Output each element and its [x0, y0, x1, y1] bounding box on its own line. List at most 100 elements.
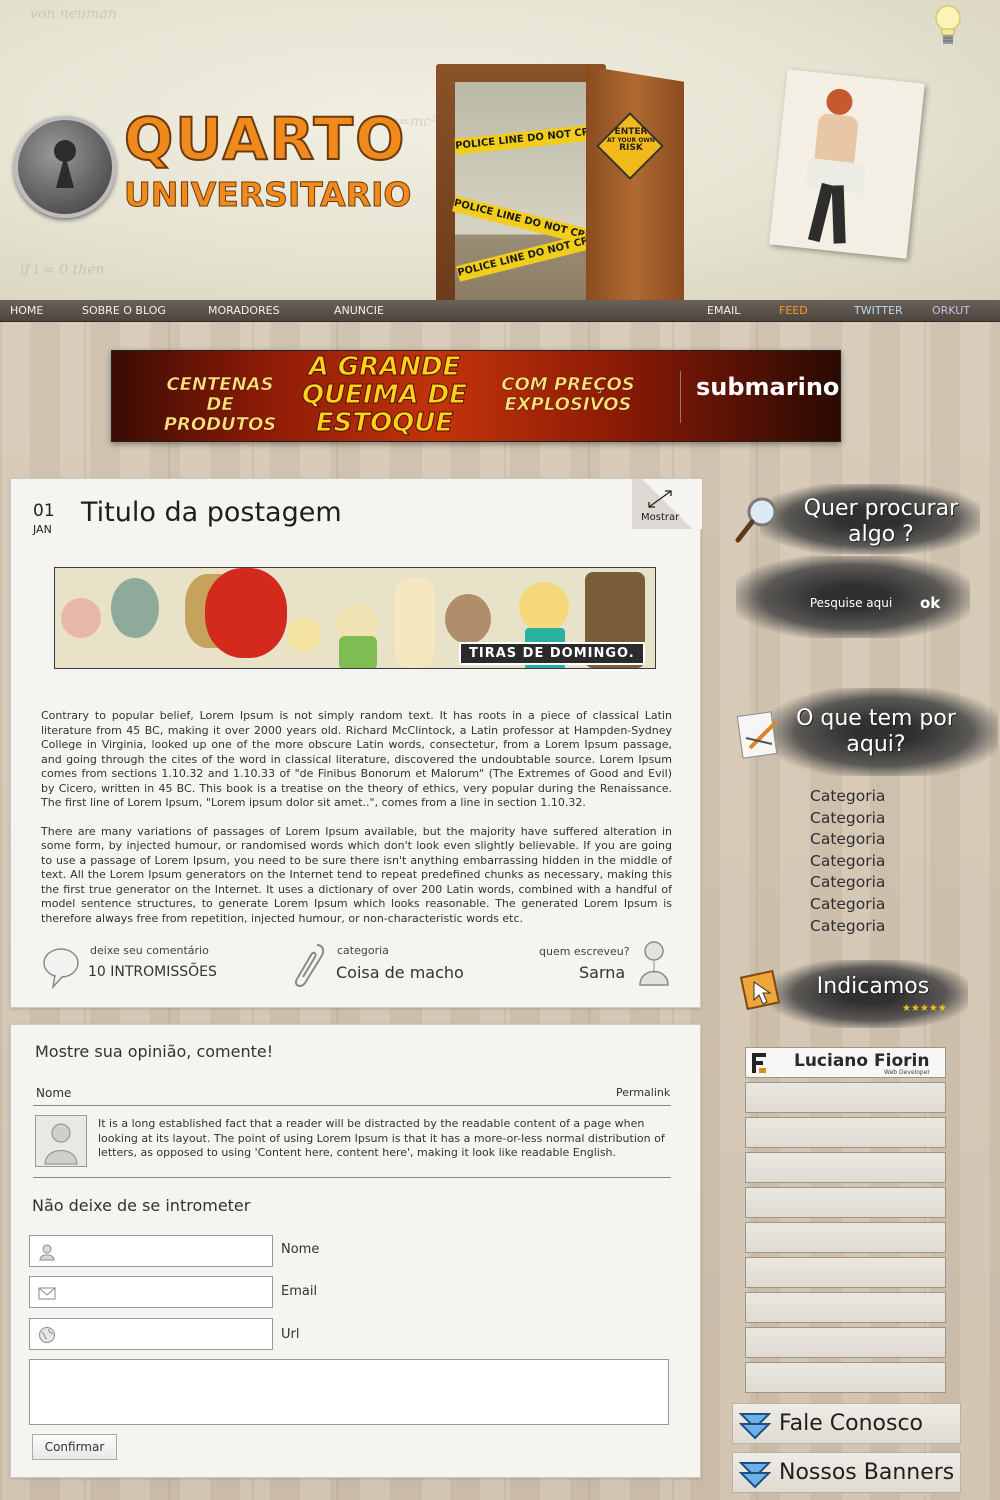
partner-slot[interactable]	[745, 1152, 946, 1183]
main-nav: HOME SOBRE O BLOG MORADORES ANUNCIE EMAI…	[0, 300, 1000, 322]
magnifier-icon	[735, 497, 777, 543]
contact-label: Fale Conosco	[779, 1411, 923, 1436]
pinup-photo	[769, 69, 925, 259]
envelope-icon	[38, 1287, 56, 1300]
chevron-down-icon	[739, 1462, 771, 1489]
post-day: 01	[33, 501, 55, 521]
search-button[interactable]: ok	[920, 594, 940, 612]
form-heading: Não deixe de se intrometer	[32, 1196, 251, 1215]
nav-feed[interactable]: FEED	[779, 304, 808, 317]
post-body: Contrary to popular belief, Lorem Ipsum …	[41, 709, 672, 940]
mostrar-toggle[interactable]: Mostrar	[641, 512, 679, 523]
email-input[interactable]	[60, 1281, 266, 1303]
site-header: von neuman e=mc² if i = 0 then QUARTO UN…	[0, 0, 1000, 300]
permalink-link[interactable]: Permalink	[616, 1086, 670, 1099]
nav-twitter[interactable]: TWITTER	[854, 304, 903, 317]
category-list: Categoria Categoria Categoria Categoria …	[810, 786, 885, 937]
banner-divider	[680, 371, 681, 423]
partner-slot[interactable]	[745, 1082, 946, 1113]
category-link[interactable]: Categoria	[810, 808, 885, 830]
contact-button[interactable]: Fale Conosco	[732, 1403, 961, 1444]
categories-title: O que tem por aqui?	[796, 706, 956, 757]
nav-moradores[interactable]: MORADORES	[208, 304, 280, 317]
open-door[interactable]	[586, 66, 684, 300]
author-value[interactable]: Sarna	[579, 963, 625, 982]
logo-title[interactable]: QUARTO	[123, 109, 406, 169]
post-card: 01 JAN Titulo da postagem Mostrar TIRAS …	[10, 478, 702, 1008]
logo-subtitle[interactable]: UNIVERSITARIO	[123, 178, 411, 212]
nav-anuncie[interactable]: ANUNCIE	[334, 304, 384, 317]
user-icon	[39, 1244, 55, 1261]
nav-orkut[interactable]: ORKUT	[932, 304, 970, 317]
partner-slot[interactable]	[745, 1187, 946, 1218]
speech-bubble-icon[interactable]	[41, 945, 81, 989]
ad-banner[interactable]: CENTENAS DE PRODUTOS A GRANDE QUEIMA DE …	[111, 350, 841, 442]
post-month: JAN	[33, 523, 52, 536]
banner-text-left: CENTENAS DE PRODUTOS	[163, 374, 277, 435]
luciano-logo-icon	[752, 1053, 766, 1073]
keyhole-logo-icon[interactable]	[14, 116, 116, 218]
banner-text-right: COM PREÇOS EXPLOSIVOS	[501, 374, 635, 415]
rating-stars: ★★★★★	[902, 1003, 947, 1014]
divider	[33, 1177, 671, 1178]
category-link[interactable]: Categoria	[810, 872, 885, 894]
comments-heading: Mostre sua opinião, comente!	[35, 1042, 274, 1061]
search-input[interactable]	[786, 588, 916, 618]
comment-text: It is a long established fact that a rea…	[98, 1117, 665, 1159]
category-link[interactable]: Categoria	[810, 786, 885, 808]
drawing-tools-icon	[736, 711, 778, 759]
scribble-text: if i = 0 then	[20, 262, 105, 278]
category-link[interactable]: Categoria	[810, 916, 885, 938]
name-input[interactable]	[60, 1240, 266, 1262]
comment-textarea[interactable]	[29, 1359, 669, 1425]
nav-sobre-o-blog[interactable]: SOBRE O BLOG	[82, 304, 166, 317]
partner-subtitle: Web Developer	[884, 1069, 930, 1076]
partner-luciano-fiorin[interactable]: Luciano Fiorin Web Developer	[745, 1047, 946, 1078]
banners-button[interactable]: Nossos Banners	[732, 1452, 961, 1493]
user-avatar-icon	[44, 1123, 78, 1165]
category-value[interactable]: Coisa de macho	[336, 963, 464, 982]
comment-name-header: Nome	[36, 1086, 72, 1100]
comments-card: Mostre sua opinião, comente! Nome Permal…	[10, 1024, 701, 1478]
partner-slot[interactable]	[745, 1117, 946, 1148]
post-title[interactable]: Titulo da postagem	[81, 497, 342, 528]
partner-slot[interactable]	[745, 1257, 946, 1288]
expand-arrow-icon[interactable]	[645, 487, 675, 511]
partner-slot[interactable]	[745, 1222, 946, 1253]
partner-slot[interactable]	[745, 1362, 946, 1393]
partner-name: Luciano Fiorin	[794, 1051, 930, 1071]
commenter-avatar	[35, 1115, 87, 1167]
category-link[interactable]: Categoria	[810, 894, 885, 916]
email-field[interactable]	[29, 1276, 273, 1308]
post-paragraph: Contrary to popular belief, Lorem Ipsum …	[41, 709, 672, 809]
banner-brand: submarino	[696, 373, 840, 401]
nav-email[interactable]: EMAIL	[707, 304, 740, 317]
comment-count[interactable]: 10 INTROMISSÕES	[88, 964, 217, 980]
url-field[interactable]	[29, 1318, 273, 1350]
partner-slot[interactable]	[745, 1292, 946, 1323]
banner-text-center: A GRANDE QUEIMA DE ESTOQUE	[301, 352, 468, 438]
lightbulb-icon	[935, 5, 961, 44]
scribble-text: von neuman	[30, 6, 117, 22]
category-label: categoria	[337, 944, 389, 957]
comment-label: deixe seu comentário	[90, 944, 209, 957]
paperclip-icon	[295, 944, 325, 987]
comic-caption: TIRAS DE DOMINGO.	[459, 642, 645, 665]
name-label: Nome	[281, 1242, 320, 1257]
pointer-hand-icon	[739, 969, 781, 1011]
category-link[interactable]: Categoria	[810, 829, 885, 851]
nav-home[interactable]: HOME	[10, 304, 43, 317]
category-link[interactable]: Categoria	[810, 851, 885, 873]
url-input[interactable]	[60, 1323, 266, 1345]
url-label: Url	[281, 1327, 300, 1342]
name-field[interactable]	[29, 1235, 273, 1267]
confirm-button[interactable]: Confirmar	[32, 1434, 117, 1460]
comic-strip-image[interactable]: TIRAS DE DOMINGO.	[54, 567, 656, 669]
recommend-title: Indicamos	[816, 974, 930, 999]
author-avatar-icon[interactable]	[637, 939, 671, 989]
search-title: Quer procurar algo ?	[803, 496, 959, 547]
email-label: Email	[281, 1284, 318, 1299]
risk-sign-text: ENTER AT YOUR OWN RISK	[607, 127, 655, 154]
partner-slot[interactable]	[745, 1327, 946, 1358]
author-label: quem escreveu?	[539, 945, 630, 958]
